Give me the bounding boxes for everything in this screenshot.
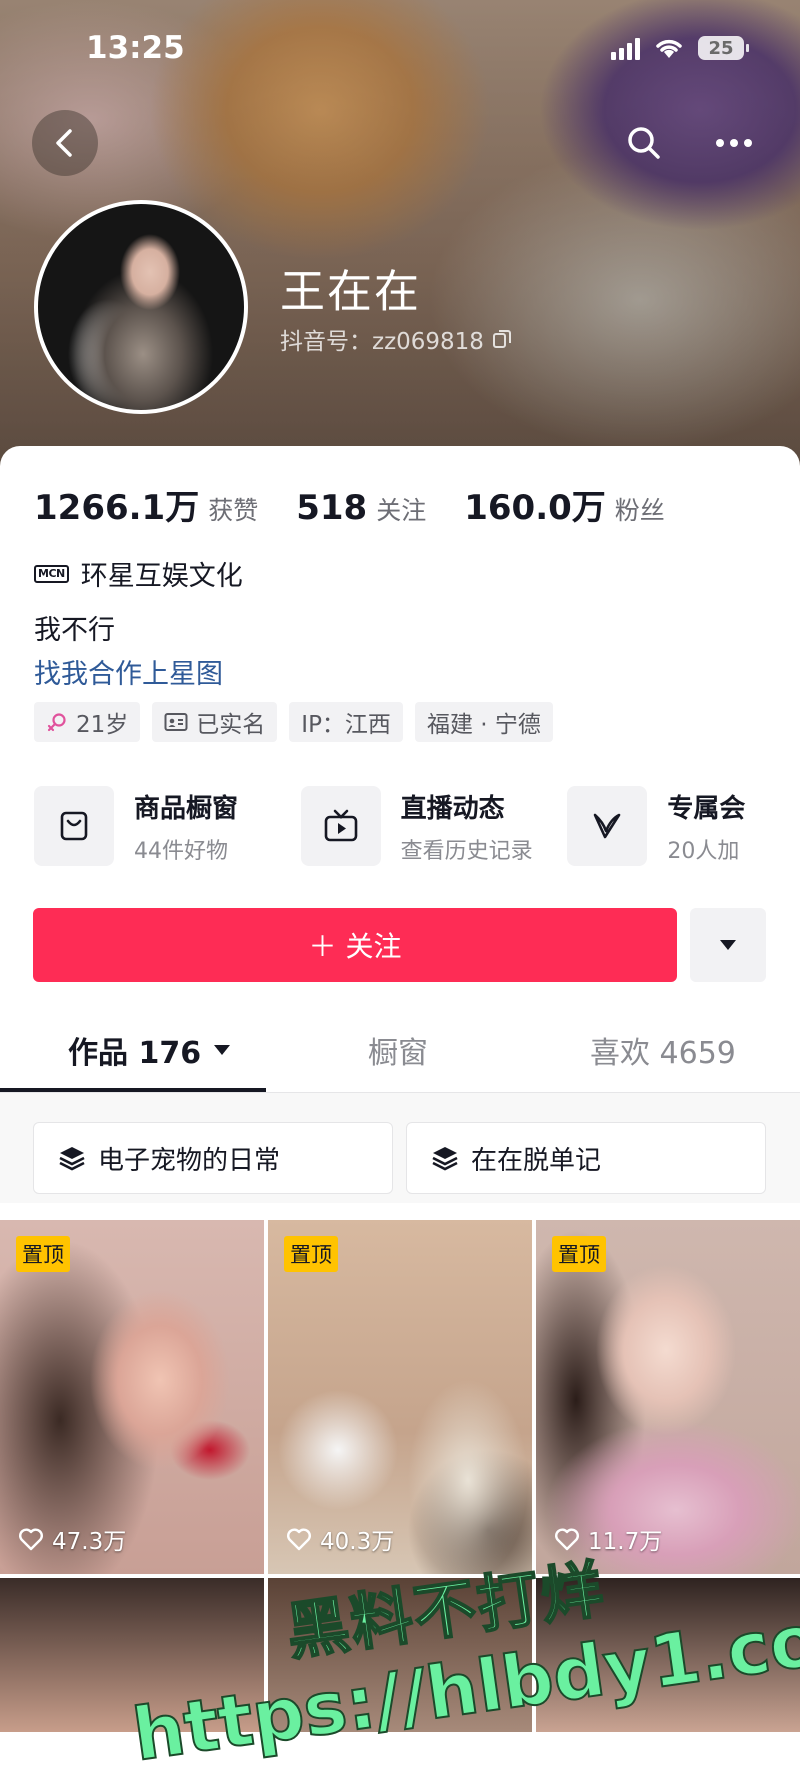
douyin-id-text: 抖音号：zz069818: [280, 329, 484, 355]
collection-card[interactable]: 在在脱单记: [406, 1122, 766, 1194]
pinned-badge: 置顶: [552, 1236, 606, 1272]
tab-likes[interactable]: 喜欢 4659: [590, 1028, 736, 1072]
video-thumbnail[interactable]: 置顶 47.3万: [0, 1220, 264, 1574]
layers-icon: [432, 1147, 458, 1171]
heart-icon: [19, 1528, 43, 1551]
video-likes-count: 11.7万: [588, 1529, 663, 1555]
recommend-dropdown-button[interactable]: [690, 908, 766, 982]
video-likes: 47.3万: [18, 1522, 126, 1556]
signal-icon: [611, 36, 640, 60]
profile-name: 王在在: [280, 265, 422, 318]
profile-cover: 13:25 25 王在在 抖音号：zz069818: [0, 0, 800, 470]
tag-ip: IP：江西: [289, 702, 403, 742]
pinned-badge: 置顶: [16, 1236, 70, 1272]
wifi-icon: [656, 39, 682, 58]
more-icon: [716, 139, 752, 147]
triangle-down-icon: [720, 940, 736, 950]
cooperation-link[interactable]: 找我合作上星图: [34, 652, 223, 691]
service-title: 商品橱窗: [134, 793, 239, 824]
service-title: 直播动态: [400, 793, 505, 824]
status-time: 13:25: [86, 30, 185, 66]
service-sub: 44件好物: [134, 838, 228, 864]
service-shop-window[interactable]: 商品橱窗 44件好物: [34, 786, 301, 866]
video-likes: 40.3万: [286, 1522, 394, 1556]
service-membership[interactable]: 专属会 20人加: [567, 786, 800, 866]
followers-label[interactable]: 粉丝: [615, 491, 665, 527]
tag-age-text: 21岁: [76, 712, 129, 738]
service-sub: 查看历史记录: [400, 838, 533, 864]
likes-label: 获赞: [208, 496, 259, 525]
pinned-badge: 置顶: [284, 1236, 338, 1272]
service-title: 专属会: [667, 793, 746, 824]
status-icons: 25: [611, 36, 749, 60]
tag-location: 福建 · 宁德: [414, 702, 553, 742]
avatar[interactable]: [34, 200, 248, 414]
services-row: 商品橱窗 44件好物 直播动态 查看历史记录 专属会 20人加: [34, 786, 800, 866]
collection-title: 电子宠物的日常: [98, 1145, 281, 1176]
heart-icon: [287, 1528, 311, 1551]
tag-verified-text: 已实名: [196, 712, 266, 738]
following-label[interactable]: 关注: [376, 491, 426, 527]
search-button[interactable]: [611, 110, 677, 176]
chevron-left-icon: [56, 129, 72, 157]
douyin-id[interactable]: 抖音号：zz069818: [280, 322, 512, 356]
layers-icon: [59, 1147, 85, 1171]
tag-verified: 已实名: [152, 702, 278, 742]
followers-count[interactable]: 160.0万: [464, 480, 606, 529]
tv-icon: [324, 809, 357, 842]
video-likes-count: 47.3万: [52, 1529, 127, 1555]
service-sub: 20人加: [667, 838, 740, 864]
following-count[interactable]: 518: [296, 488, 367, 528]
collection-card[interactable]: 电子宠物的日常: [33, 1122, 393, 1194]
video-thumbnail[interactable]: 置顶 40.3万: [268, 1220, 532, 1574]
v-icon: [594, 813, 621, 839]
back-button[interactable]: [32, 110, 98, 176]
tab-works[interactable]: 作品 176: [68, 1028, 231, 1072]
video-likes-count: 40.3万: [320, 1529, 395, 1555]
mcn-org[interactable]: MCN 环星互娱文化: [34, 554, 243, 593]
more-button[interactable]: [701, 110, 767, 176]
likes-count: 1266.1万: [34, 488, 200, 528]
bag-icon: [60, 811, 88, 841]
copy-icon: [492, 330, 511, 348]
battery-icon: 25: [698, 36, 749, 60]
mcn-icon: MCN: [34, 564, 69, 583]
female-icon: [47, 713, 66, 732]
caret-down-icon: [214, 1045, 231, 1055]
bio-text: 我不行: [34, 615, 115, 646]
org-name: 环星互娱文化: [80, 561, 243, 592]
profile-tags: 21岁 已实名 IP：江西 福建 · 宁德: [34, 702, 553, 742]
service-live[interactable]: 直播动态 查看历史记录: [300, 786, 568, 866]
tab-works-label: 作品 176: [68, 1036, 202, 1071]
id-card-icon: [164, 713, 188, 731]
content-tabs: 作品 176 橱窗 喜欢 4659: [0, 1028, 800, 1092]
collection-title: 在在脱单记: [471, 1145, 602, 1176]
follow-button[interactable]: ＋ 关注: [33, 908, 677, 982]
stats-row: 1266.1万 获赞 518 关注 160.0万 粉丝: [34, 480, 703, 529]
search-icon: [628, 127, 660, 159]
tag-age: 21岁: [34, 702, 141, 742]
tab-shop-window[interactable]: 橱窗: [368, 1028, 428, 1072]
video-thumbnail[interactable]: 置顶 11.7万: [536, 1220, 800, 1574]
